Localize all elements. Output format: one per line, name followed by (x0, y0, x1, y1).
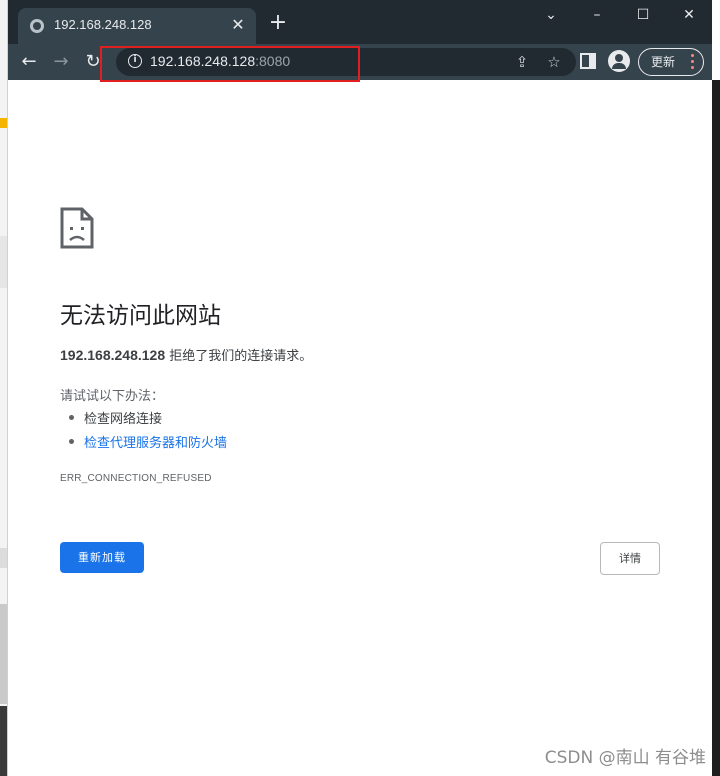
close-icon[interactable]: ✕ (228, 15, 248, 35)
background-fragment (0, 236, 7, 288)
highlight-annotation-box (100, 46, 360, 82)
update-button[interactable]: 更新 (638, 48, 704, 76)
background-fragment (0, 706, 7, 776)
minimize-button[interactable]: – (574, 4, 620, 26)
background-fragment (0, 604, 7, 704)
browser-window: 192.168.248.128 ✕ + ⌄ – ☐ ✕ ← → ↻ i 192.… (8, 0, 712, 776)
share-icon[interactable]: ⇪ (512, 52, 532, 72)
update-label: 更新 (651, 55, 676, 69)
side-panel-icon[interactable] (580, 53, 596, 69)
reload-button[interactable]: 重新加载 (60, 542, 144, 573)
title-bar: 192.168.248.128 ✕ + ⌄ – ☐ ✕ (8, 0, 712, 44)
background-fragment (0, 548, 7, 568)
background-window-right (712, 80, 720, 776)
error-description: 192.168.248.128 拒绝了我们的连接请求。 (60, 345, 312, 364)
globe-icon (30, 19, 44, 33)
new-tab-button[interactable]: + (266, 12, 290, 36)
forward-arrow-icon[interactable]: → (48, 49, 74, 75)
watermark-text: CSDN @南山 有谷堆 (544, 748, 706, 768)
error-host: 192.168.248.128 (60, 347, 166, 363)
details-button[interactable]: 详情 (600, 542, 660, 575)
background-window-left (0, 0, 8, 776)
back-arrow-icon[interactable]: ← (16, 49, 42, 75)
suggestion-check-network: 检查网络连接 (68, 408, 162, 427)
error-code: ERR_CONNECTION_REFUSED (60, 473, 212, 484)
tab-search-chevron-icon[interactable]: ⌄ (528, 4, 574, 26)
window-close-button[interactable]: ✕ (666, 4, 712, 26)
profile-avatar-icon[interactable] (608, 50, 630, 72)
background-fragment (0, 118, 7, 128)
error-title: 无法访问此网站 (60, 303, 221, 329)
menu-dots-icon[interactable] (691, 54, 695, 70)
tab-title: 192.168.248.128 (54, 17, 152, 32)
maximize-button[interactable]: ☐ (620, 4, 666, 26)
suggestions-label: 请试试以下办法： (60, 389, 165, 404)
suggestion-check-proxy-link[interactable]: 检查代理服务器和防火墙 (68, 432, 227, 451)
star-icon[interactable]: ☆ (544, 52, 564, 72)
error-description-text: 拒绝了我们的连接请求。 (165, 349, 313, 364)
browser-tab[interactable]: 192.168.248.128 ✕ (18, 8, 256, 44)
sad-document-icon (60, 207, 94, 249)
